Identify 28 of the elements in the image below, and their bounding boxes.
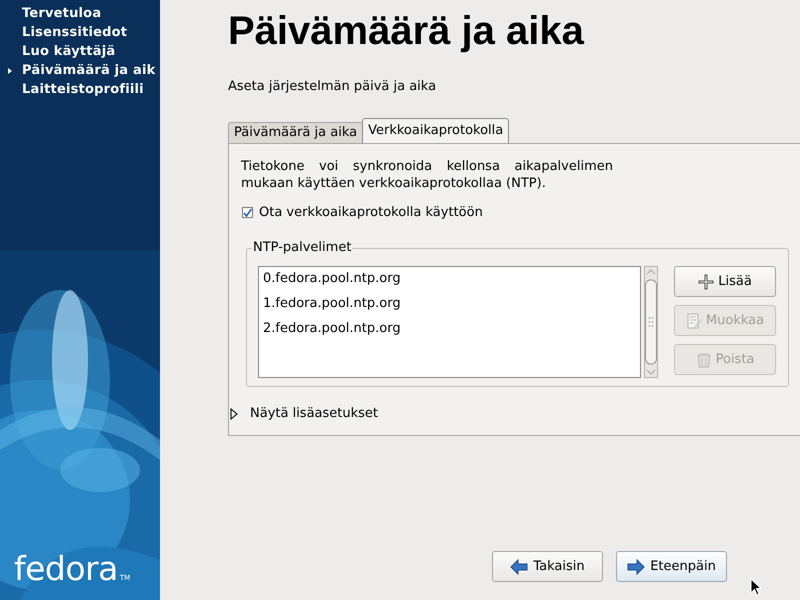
back-button[interactable]: Takaisin bbox=[492, 551, 603, 582]
add-button[interactable]: Lisää bbox=[674, 266, 776, 297]
sidebar-item: Lisenssitiedot bbox=[22, 25, 128, 40]
checkmark-icon bbox=[242, 206, 253, 218]
sidebar-item: Tervetuloa bbox=[22, 6, 102, 21]
left-arrow-icon bbox=[510, 558, 528, 574]
plus-icon bbox=[698, 274, 714, 290]
ntp-checkbox[interactable]: Ota verkkoaikaprotokolla käyttöön bbox=[229, 204, 800, 220]
forward-button[interactable]: Eteenpäin bbox=[616, 551, 727, 582]
frame-label: NTP-palvelimet bbox=[252, 240, 352, 256]
server-entry[interactable]: 0.fedora.pool.ntp.org bbox=[263, 269, 636, 294]
mouse-cursor-icon bbox=[750, 578, 764, 598]
server-entry[interactable]: 2.fedora.pool.ntp.org bbox=[263, 319, 636, 344]
advanced-expander[interactable]: Näytä lisäasetukset bbox=[229, 406, 800, 421]
sidebar-item: Laitteistoprofiili bbox=[22, 82, 144, 97]
right-arrow-icon bbox=[627, 558, 646, 574]
document-pencil-icon bbox=[686, 312, 702, 328]
page-subtitle: Aseta järjestelmän päivä ja aika bbox=[228, 79, 438, 94]
sidebar-item: Päivämäärä ja aik bbox=[22, 63, 156, 78]
sidebar-item: Luo käyttäjä bbox=[22, 44, 116, 59]
tab[interactable]: Verkkoaikaprotokolla bbox=[362, 118, 510, 143]
description-text: Tietokone voi synkronoida kellonsa aikapalvelimen mukaan käyttäen verkkoaikaprotokollaa (NTP). bbox=[241, 158, 613, 192]
logo-text: fedora bbox=[14, 552, 118, 586]
page-title: Päivämäärä ja aika bbox=[228, 8, 586, 54]
server-list[interactable]: 0.fedora.pool.ntp.org 1.fedora.pool.ntp.org 2.fedora.pool.ntp.org bbox=[258, 266, 641, 378]
server-entry[interactable]: 1.fedora.pool.ntp.org bbox=[263, 294, 636, 319]
tab[interactable]: Päivämäärä ja aika bbox=[228, 122, 364, 143]
trash-can-icon bbox=[696, 352, 712, 368]
